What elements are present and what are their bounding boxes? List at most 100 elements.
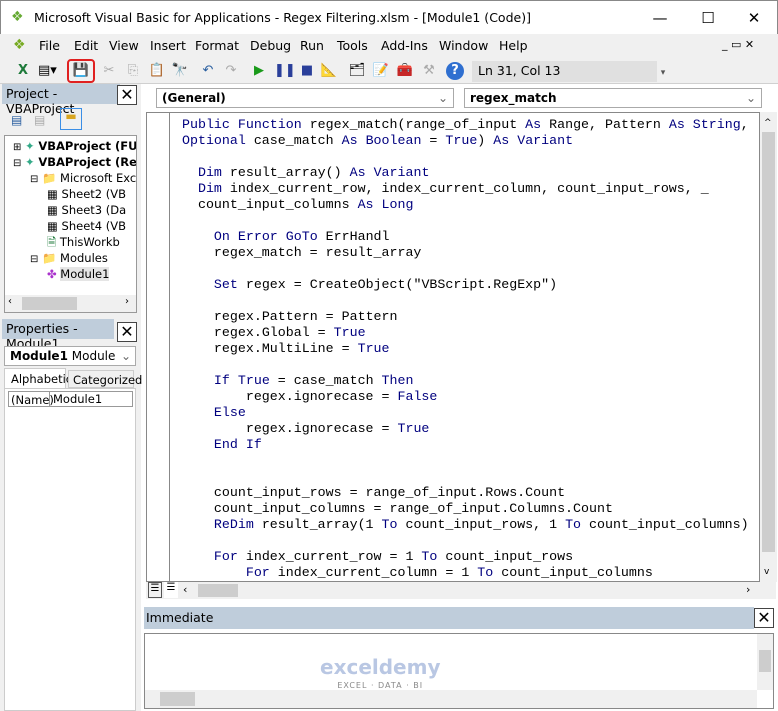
tree-node-label: Modules xyxy=(60,251,108,265)
tree-node[interactable]: ⊟ 📁 Microsoft Exce xyxy=(30,170,137,186)
toolbar-options-icon[interactable]: ▾ xyxy=(658,64,668,82)
vba-app-icon: ❖ xyxy=(11,9,24,25)
tab-alphabetic[interactable]: Alphabetic xyxy=(4,368,72,388)
help-icon[interactable]: ? xyxy=(446,62,464,80)
undo-icon[interactable]: ↶ xyxy=(199,62,217,80)
menu-insert[interactable]: Insert xyxy=(150,38,186,53)
tree-node[interactable]: ▦ Sheet3 (Da xyxy=(47,202,126,218)
immediate-input[interactable]: exceldemy EXCEL · DATA · BI xyxy=(144,633,774,709)
close-button[interactable]: ✕ xyxy=(731,5,777,31)
cut-icon[interactable]: ✂ xyxy=(100,62,118,80)
menu-format[interactable]: Format xyxy=(195,38,239,53)
tree-node-label: Microsoft Exce xyxy=(60,171,137,185)
save-icon[interactable]: 💾 xyxy=(72,62,90,80)
code-line: count_input_columns = range_of_input.Col… xyxy=(213,501,613,516)
property-row[interactable]: (Name) Module1 xyxy=(8,391,133,407)
menu-add-ins[interactable]: Add-Ins xyxy=(381,38,428,53)
standard-toolbar: X ▤▾ 💾 ✂ ⎘ 📋 🔭 ↶ ↷ ▶ ❚❚ ■ 📐 🗂 📝 🧰 ⚒ ? ▾ xyxy=(0,58,778,84)
view-object-icon[interactable]: ▤ xyxy=(34,113,45,127)
minimize-button[interactable]: — xyxy=(637,5,683,31)
tree-node[interactable]: ▦ Sheet2 (VB xyxy=(47,186,126,202)
tree-node[interactable]: ⊟ 📁 Modules xyxy=(30,250,108,266)
tree-node[interactable]: ⊟ ✦ VBAProject (Reg xyxy=(13,154,137,170)
menu-run[interactable]: Run xyxy=(300,38,324,53)
menu-tools[interactable]: Tools xyxy=(337,38,368,53)
code-line: Set regex = CreateObject("VBScript.RegEx… xyxy=(213,277,558,292)
copy-icon[interactable]: ⎘ xyxy=(124,62,142,80)
menu-view[interactable]: View xyxy=(109,38,139,53)
code-line: Optional case_match As Boolean = True) A… xyxy=(182,133,574,148)
tree-node-label: Sheet4 (VB xyxy=(61,219,126,233)
immediate-title: Immediate xyxy=(144,607,754,629)
sheet-icon: ▦ xyxy=(47,203,62,217)
immediate-hscrollbar[interactable] xyxy=(145,690,757,708)
redo-icon[interactable]: ↷ xyxy=(222,62,240,80)
maximize-button[interactable]: ☐ xyxy=(685,5,731,31)
watermark-name: exceldemy xyxy=(320,655,441,679)
break-icon[interactable]: ❚❚ xyxy=(274,62,296,80)
tree-node[interactable]: 🗎 ThisWorkb xyxy=(47,234,120,250)
reset-icon[interactable]: ■ xyxy=(298,62,316,80)
project-explorer-icon[interactable]: 🗂 xyxy=(348,62,366,80)
code-line: regex.Global = True xyxy=(213,325,366,340)
procedure-view-icon[interactable]: ☰ xyxy=(148,582,162,598)
tree-node-label: ThisWorkb xyxy=(59,235,120,249)
object-browser-icon[interactable]: 🧰 xyxy=(396,62,414,80)
toggle-folders-icon[interactable]: ▬ xyxy=(60,108,82,130)
tab-categorized[interactable]: Categorized xyxy=(68,370,142,388)
menu-bar: ❖ File Edit View Insert Format Debug Run Tools A… xyxy=(0,34,778,58)
procedure-select[interactable]: regex_match ⌄ xyxy=(464,88,762,108)
design-mode-icon[interactable]: 📐 xyxy=(320,62,338,80)
properties-close-button[interactable]: ✕ xyxy=(117,322,137,342)
run-icon[interactable]: ▶ xyxy=(250,62,268,80)
project-close-button[interactable]: ✕ xyxy=(117,85,137,105)
properties-pane-title: Properties - Module1 xyxy=(2,319,114,351)
menu-help[interactable]: Help xyxy=(499,38,528,53)
code-line: Public Function regex_match(range_of_inp… xyxy=(182,117,749,132)
object-select-value: (General) xyxy=(162,91,226,105)
tree-node[interactable]: ▦ Sheet4 (VB xyxy=(47,218,126,234)
toolbox-icon[interactable]: ⚒ xyxy=(420,62,438,80)
sheet-icon: ▦ xyxy=(47,187,62,201)
code-line: regex_match = result_array xyxy=(213,245,422,260)
cursor-position: Ln 31, Col 13 xyxy=(472,61,657,82)
code-line: End If xyxy=(213,437,262,452)
full-module-view-icon[interactable]: ☰ xyxy=(164,582,178,598)
view-code-icon[interactable]: ▤ xyxy=(11,113,22,127)
code-line: For index_current_row = 1 To count_input… xyxy=(213,549,574,564)
view-excel-icon[interactable]: X xyxy=(14,62,32,80)
object-select[interactable]: (General) ⌄ xyxy=(156,88,454,108)
module-icon: ✤ xyxy=(47,267,61,281)
tree-node-label: VBAProject (Reg xyxy=(38,155,137,169)
find-icon[interactable]: 🔭 xyxy=(171,62,189,80)
vba-project-icon: ✦ xyxy=(21,155,39,169)
paste-icon[interactable]: 📋 xyxy=(148,62,166,80)
tree-hscrollbar[interactable]: ‹ › xyxy=(5,295,136,312)
properties-object-select[interactable]: Module1 Module ⌄ xyxy=(4,346,136,366)
code-window[interactable]: Public Function regex_match(range_of_inp… xyxy=(146,112,760,582)
code-vscrollbar[interactable]: ^ v xyxy=(760,112,777,582)
project-pane-title: Project - VBAProject xyxy=(2,84,120,116)
properties-window-icon[interactable]: 📝 xyxy=(372,62,390,80)
code-hscrollbar[interactable]: ☰ ☰ ‹ › xyxy=(146,582,776,599)
tree-node[interactable]: ⊞ ✦ VBAProject (FUN xyxy=(13,138,136,154)
immediate-vscrollbar[interactable] xyxy=(757,634,773,690)
vba-project-icon: ✦ xyxy=(21,139,39,153)
code-line: regex.Pattern = Pattern xyxy=(213,309,398,324)
code-line: Dim index_current_row, index_current_col… xyxy=(197,181,709,196)
code-line: For index_current_column = 1 To count_in… xyxy=(245,565,653,580)
workbook-icon: 🗎 xyxy=(47,235,60,249)
menu-file[interactable]: File xyxy=(39,38,60,53)
doc-minimize-button[interactable]: _ ▭ ✕ xyxy=(722,38,754,51)
menu-debug[interactable]: Debug xyxy=(250,38,291,53)
immediate-close-button[interactable]: ✕ xyxy=(754,608,774,628)
tree-node[interactable]: ✤ Module1 xyxy=(47,266,110,282)
menu-edit[interactable]: Edit xyxy=(74,38,98,53)
code-line: Dim result_array() As Variant xyxy=(197,165,430,180)
object-name: Module1 xyxy=(10,349,68,363)
insert-userform-icon[interactable]: ▤▾ xyxy=(38,62,57,80)
code-line: regex.ignorecase = True xyxy=(245,421,430,436)
menu-window[interactable]: Window xyxy=(439,38,488,53)
code-line: count_input_rows = range_of_input.Rows.C… xyxy=(213,485,566,500)
title-bar: ❖ Microsoft Visual Basic for Application… xyxy=(0,0,778,34)
